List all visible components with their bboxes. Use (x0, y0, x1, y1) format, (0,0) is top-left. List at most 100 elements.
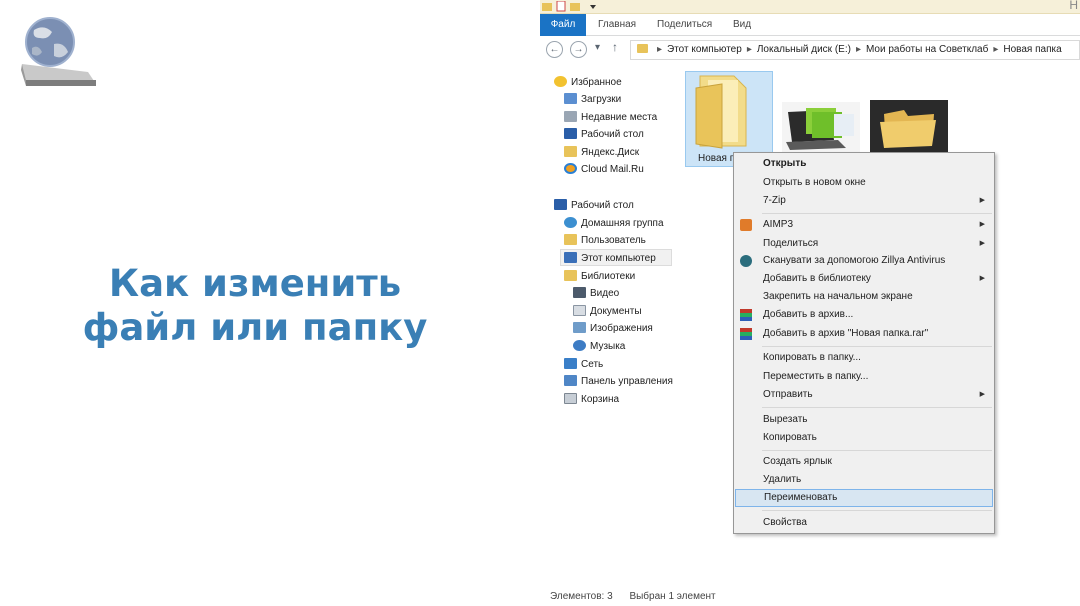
star-icon (554, 76, 567, 87)
menu-separator (762, 510, 992, 511)
downloads-icon (564, 93, 577, 104)
forward-button[interactable]: → (570, 41, 587, 58)
submenu-arrow-icon: ▶ (979, 240, 985, 247)
nav-images-label: Изображения (590, 323, 653, 334)
nav-homegroup-label: Домашняя группа (581, 218, 664, 229)
slide-title-line-2: файл или папку (82, 306, 428, 349)
breadcrumb-this-pc[interactable]: Этот компьютер (667, 44, 742, 55)
menu-open[interactable]: Открыть (735, 155, 993, 173)
nav-favorites[interactable]: Избранное (554, 74, 622, 91)
nav-desktop-fav-label: Рабочий стол (581, 129, 644, 140)
breadcrumb-new-folder[interactable]: Новая папка (1003, 44, 1061, 55)
nav-documents[interactable]: Документы (573, 303, 642, 320)
menu-pin-start[interactable]: Закрепить на начальном экране (735, 288, 993, 306)
nav-recent[interactable]: Недавние места (564, 109, 657, 126)
menu-copy-to[interactable]: Копировать в папку... (735, 349, 993, 367)
chevron-right-icon: ▸ (746, 44, 752, 55)
menu-create-shortcut[interactable]: Создать ярлык (735, 453, 993, 471)
nav-images[interactable]: Изображения (573, 320, 653, 337)
music-icon (573, 340, 586, 351)
menu-7zip[interactable]: 7-Zip ▶ (735, 192, 993, 210)
nav-recycle[interactable]: Корзина (564, 391, 619, 408)
menu-aimp[interactable]: AIMP3 ▶ (735, 216, 993, 234)
breadcrumb-local-disk[interactable]: Локальный диск (E:) (757, 44, 851, 55)
quick-access-toolbar: H (540, 0, 1080, 14)
screen: Как изменить файл или папку H Файл Главн… (0, 0, 1080, 606)
chevron-down-icon[interactable] (588, 1, 598, 12)
nav-desktop-fav[interactable]: Рабочий стол (564, 126, 644, 143)
nav-music[interactable]: Музыка (573, 338, 625, 355)
nav-yandex[interactable]: Яндекс.Диск (564, 144, 639, 161)
chevron-right-icon: ▸ (993, 44, 999, 55)
menu-pin-start-label: Закрепить на начальном экране (763, 291, 913, 302)
menu-open-new-window[interactable]: Открыть в новом окне (735, 174, 993, 192)
user-folder-icon (564, 234, 577, 245)
nav-thispc[interactable]: Этот компьютер (560, 249, 672, 266)
nav-network-label: Сеть (581, 359, 604, 370)
menu-open-new-window-label: Открыть в новом окне (763, 177, 866, 188)
back-button[interactable]: ← (546, 41, 563, 58)
menu-separator (762, 450, 992, 451)
properties-icon[interactable] (556, 1, 566, 12)
nav-music-label: Музыка (590, 341, 626, 352)
nav-network[interactable]: Сеть (564, 356, 603, 373)
nav-downloads[interactable]: Загрузки (564, 91, 621, 108)
menu-separator (762, 407, 992, 408)
menu-copy-label: Копировать (763, 432, 817, 443)
nav-desktop[interactable]: Рабочий стол (554, 197, 634, 214)
menu-send-to-label: Отправить (763, 389, 813, 400)
menu-add-archive-named-label: Добавить в архив "Новая папка.rar" (763, 328, 929, 339)
menu-move-to[interactable]: Переместить в папку... (735, 368, 993, 386)
menu-add-archive-named[interactable]: Добавить в архив "Новая папка.rar" (735, 325, 993, 343)
dark-folder-icon[interactable] (870, 100, 948, 152)
nav-downloads-label: Загрузки (581, 94, 622, 105)
nav-video-label: Видео (590, 288, 620, 299)
nav-cloudmail-label: Cloud Mail.Ru (581, 164, 644, 175)
folder-icon[interactable] (542, 1, 552, 12)
window-title-fragment: H (1069, 0, 1078, 12)
breadcrumb-my-works[interactable]: Мои работы на Советклаб (866, 44, 988, 55)
menu-share[interactable]: Поделиться ▶ (735, 235, 993, 253)
menu-copy[interactable]: Копировать (735, 429, 993, 447)
menu-rename[interactable]: Переименовать (735, 489, 993, 507)
nav-thispc-label: Этот компьютер (581, 253, 656, 264)
menu-cut[interactable]: Вырезать (735, 411, 993, 429)
menu-separator (762, 213, 992, 214)
menu-aimp-label: AIMP3 (763, 219, 794, 230)
laptop-folder-icon[interactable] (782, 102, 860, 152)
folder-icon (564, 146, 577, 157)
nav-user[interactable]: Пользователь (564, 232, 646, 249)
submenu-arrow-icon: ▶ (979, 275, 985, 282)
address-bar[interactable]: ▸ Этот компьютер ▸ Локальный диск (E:) ▸ Мои … (630, 40, 1080, 60)
tab-home[interactable]: Главная (588, 14, 646, 36)
nav-homegroup[interactable]: Домашняя группа (564, 215, 664, 232)
menu-send-to[interactable]: Отправить ▶ (735, 386, 993, 404)
menu-add-library[interactable]: Добавить в библиотеку ▶ (735, 270, 993, 288)
images-icon (573, 322, 586, 333)
recent-locations-icon[interactable]: ▾ (595, 42, 600, 53)
menu-move-to-label: Переместить в папку... (763, 371, 869, 382)
nav-controlpanel[interactable]: Панель управления (564, 373, 674, 390)
nav-recycle-label: Корзина (581, 394, 620, 405)
libraries-icon (564, 270, 577, 281)
tab-view[interactable]: Вид (723, 14, 761, 36)
tab-file[interactable]: Файл (540, 14, 586, 36)
menu-delete[interactable]: Удалить (735, 471, 993, 489)
desktop-icon (564, 128, 577, 139)
new-folder-icon[interactable] (570, 1, 580, 12)
tab-share[interactable]: Поделиться (647, 14, 722, 36)
menu-separator (762, 346, 992, 347)
menu-scan[interactable]: Сканувати за допомогою Zillya Antivirus (735, 252, 993, 270)
nav-favorites-label: Избранное (571, 77, 622, 88)
nav-libraries[interactable]: Библиотеки (564, 268, 635, 285)
selected-folder-label: Новая п (698, 153, 736, 164)
nav-libraries-label: Библиотеки (581, 271, 636, 282)
up-button[interactable]: ↑ (612, 40, 618, 54)
nav-video[interactable]: Видео (573, 285, 619, 302)
menu-properties[interactable]: Свойства (735, 514, 993, 532)
control-panel-icon (564, 375, 577, 386)
nav-cloudmail[interactable]: Cloud Mail.Ru (564, 161, 644, 178)
nav-controlpanel-label: Панель управления (581, 376, 673, 387)
slide-title-line-1: Как изменить (108, 262, 402, 305)
menu-add-archive[interactable]: Добавить в архив... (735, 306, 993, 324)
